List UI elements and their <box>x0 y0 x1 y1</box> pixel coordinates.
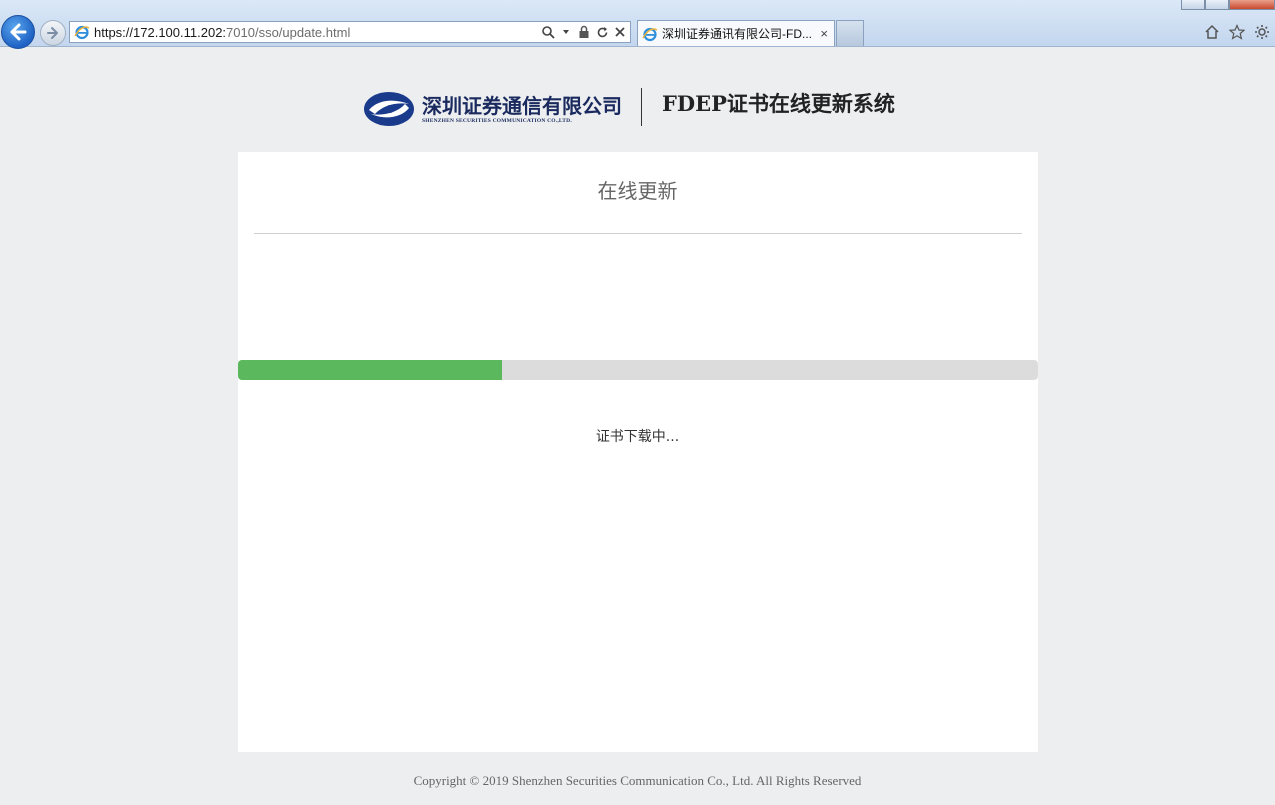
update-card <box>238 152 1038 752</box>
ie-logo-icon <box>642 27 658 41</box>
progress-fill <box>238 360 502 380</box>
new-tab-button[interactable] <box>836 20 864 46</box>
browser-chrome: https://172.100.11.202:7010/sso/update.h… <box>0 0 1275 49</box>
arrow-left-icon <box>10 23 27 41</box>
tab-title: 深圳证券通讯有限公司-FD... <box>662 27 812 41</box>
url-text: https://172.100.11.202:7010/sso/update.h… <box>94 24 351 40</box>
system-title: FDEP证书在线更新系统 <box>662 91 895 116</box>
back-button[interactable] <box>1 15 35 49</box>
header-divider <box>641 88 642 126</box>
stop-icon[interactable] <box>613 24 627 40</box>
home-icon[interactable] <box>1203 23 1221 41</box>
arrow-right-icon <box>47 27 58 39</box>
company-name-en: SHENZHEN SECURITIES COMMUNICATION CO.,LT… <box>422 117 572 124</box>
search-icon[interactable] <box>541 24 555 40</box>
copyright-footer: Copyright © 2019 Shenzhen Securities Com… <box>413 773 862 788</box>
gear-icon[interactable] <box>1253 23 1271 41</box>
maximize-button[interactable] <box>1205 0 1229 10</box>
status-text: 证书下载中... <box>595 429 680 445</box>
company-logo-icon <box>364 92 414 126</box>
refresh-icon[interactable] <box>595 24 609 40</box>
page-title: 在线更新 <box>597 179 678 203</box>
toolbar-icons <box>1203 23 1271 41</box>
title-divider <box>254 233 1022 234</box>
forward-button[interactable] <box>40 20 66 46</box>
ie-logo-icon <box>74 25 90 40</box>
star-icon[interactable] <box>1228 23 1246 41</box>
lock-icon[interactable] <box>577 24 591 40</box>
address-bar[interactable]: https://172.100.11.202:7010/sso/update.h… <box>69 21 631 43</box>
address-tools <box>541 24 627 40</box>
close-window-button[interactable] <box>1229 0 1275 10</box>
window-controls <box>1181 0 1275 10</box>
tab-close-button[interactable]: × <box>820 26 828 41</box>
download-progress-bar <box>238 360 1038 380</box>
minimize-button[interactable] <box>1181 0 1205 10</box>
company-brand: 深圳证券通信有限公司 SHENZHEN SECURITIES COMMUNICA… <box>363 89 622 129</box>
browser-tab[interactable]: 深圳证券通讯有限公司-FD... × <box>637 20 835 46</box>
dropdown-arrow-icon[interactable] <box>559 24 573 40</box>
company-name-cn: 深圳证券通信有限公司 <box>422 93 622 118</box>
